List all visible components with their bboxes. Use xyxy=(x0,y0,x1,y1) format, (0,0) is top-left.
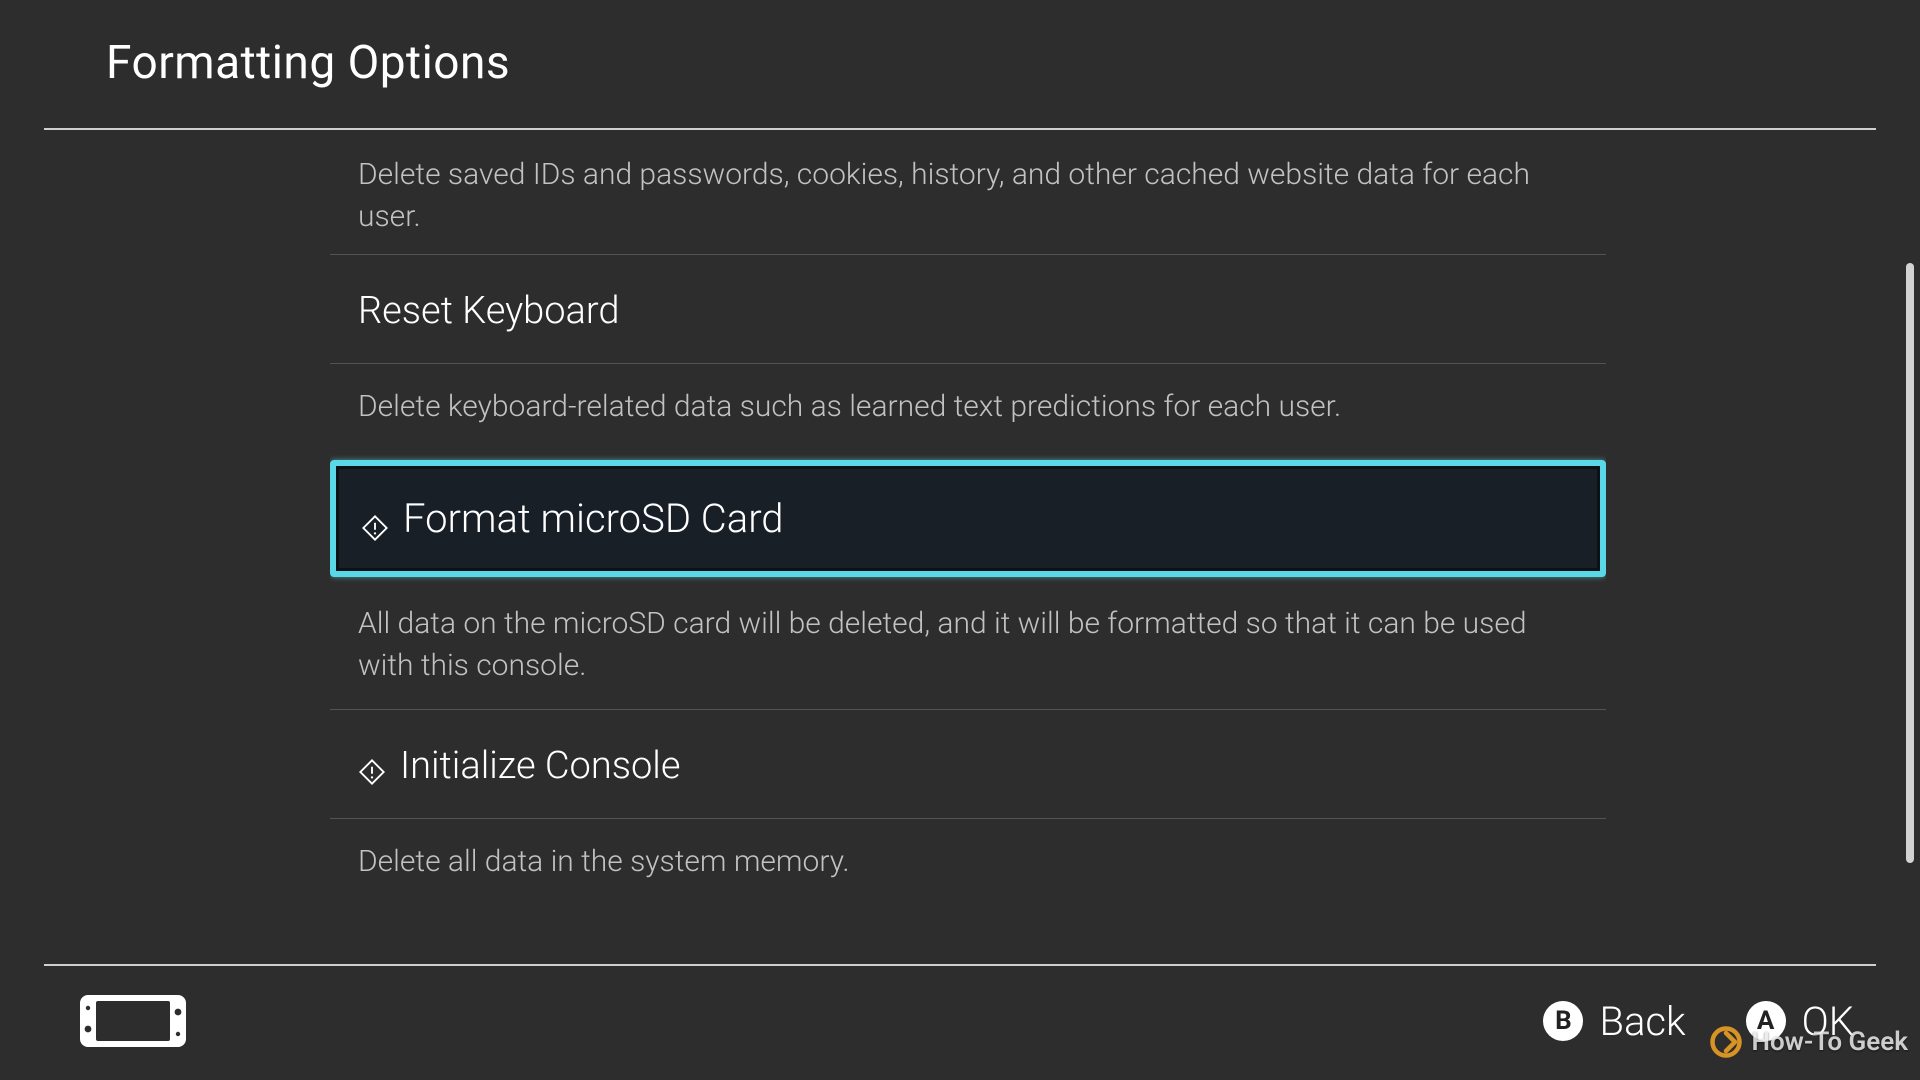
option-format-microsd[interactable]: Format microSD Card xyxy=(336,466,1600,571)
footer: B Back A OK xyxy=(0,962,1920,1080)
focus-ring: Format microSD Card xyxy=(330,460,1606,577)
option-title-label: Format microSD Card xyxy=(403,495,784,542)
options-list: Delete saved IDs and passwords, cookies,… xyxy=(330,132,1606,962)
page-title: Formatting Options xyxy=(106,36,510,90)
option-title-label: Reset Keyboard xyxy=(358,289,620,333)
option-block-initialize-console: Initialize Console Delete all data in th… xyxy=(330,710,1606,899)
alert-diamond-icon xyxy=(361,505,389,533)
option-block-clear-cache-partial: Delete saved IDs and passwords, cookies,… xyxy=(330,132,1606,254)
scrollbar-track[interactable] xyxy=(1906,190,1914,922)
header-divider xyxy=(44,128,1876,130)
option-reset-keyboard[interactable]: Reset Keyboard xyxy=(330,255,1606,363)
option-block-format-microsd: Format microSD Card All data on the micr… xyxy=(330,454,1606,709)
controller-icon xyxy=(80,995,186,1047)
watermark-text: How-To Geek xyxy=(1752,1027,1908,1057)
option-description: Delete saved IDs and passwords, cookies,… xyxy=(330,132,1606,254)
watermark: How-To Geek xyxy=(1708,1024,1908,1060)
option-initialize-console[interactable]: Initialize Console xyxy=(330,710,1606,818)
b-button-icon: B xyxy=(1543,1001,1583,1041)
option-block-reset-keyboard: Reset Keyboard Delete keyboard-related d… xyxy=(330,255,1606,444)
option-description: Delete keyboard-related data such as lea… xyxy=(330,364,1606,444)
option-description: All data on the microSD card will be del… xyxy=(330,577,1606,703)
header: Formatting Options xyxy=(0,0,1920,100)
screen: Formatting Options Delete saved IDs and … xyxy=(0,0,1920,1080)
gear-arrow-icon xyxy=(1708,1024,1744,1060)
option-description: Delete all data in the system memory. xyxy=(330,819,1606,899)
option-title-label: Initialize Console xyxy=(400,744,681,788)
scrollbar-thumb[interactable] xyxy=(1906,263,1914,863)
back-label: Back xyxy=(1599,998,1685,1045)
alert-diamond-icon xyxy=(358,752,386,780)
back-button[interactable]: B Back xyxy=(1543,998,1685,1045)
